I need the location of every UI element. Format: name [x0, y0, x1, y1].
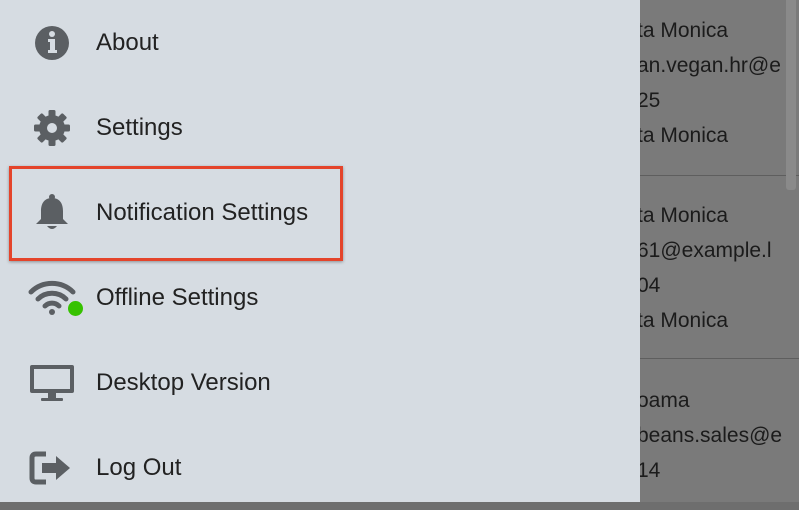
logout-icon [28, 448, 76, 488]
highlight-box [9, 166, 343, 261]
list-email: an.vegan.hr@e [637, 54, 781, 77]
list-city: ta Monica [637, 309, 729, 332]
list-number: 04 [637, 274, 661, 297]
menu-item-about[interactable]: About [0, 0, 640, 85]
menu-item-label: Log Out [96, 453, 182, 481]
menu-item-label: Settings [96, 113, 183, 141]
monitor-icon [28, 363, 76, 403]
list-email: 61@example.l [637, 239, 772, 262]
list-city: ta Monica [637, 204, 729, 227]
list-city: oama [637, 389, 690, 412]
menu-item-log-out[interactable]: Log Out [0, 425, 640, 510]
menu-item-label: Desktop Version [96, 368, 271, 396]
list-number: 25 [637, 89, 661, 112]
list-divider [637, 358, 799, 359]
list-city: ta Monica [637, 19, 729, 42]
list-email: beans.sales@e [637, 424, 783, 447]
list-city: ta Monica [637, 124, 729, 147]
menu-item-offline-settings[interactable]: Offline Settings [0, 255, 640, 340]
menu-item-desktop-version[interactable]: Desktop Version [0, 340, 640, 425]
menu-item-label: Offline Settings [96, 283, 259, 311]
online-status-dot [68, 301, 83, 316]
scrollbar[interactable] [786, 0, 796, 190]
gear-icon [28, 108, 76, 148]
menu-item-label: About [96, 28, 159, 56]
list-divider [637, 175, 799, 176]
menu-item-settings[interactable]: Settings [0, 85, 640, 170]
navigation-drawer: About Settings Notification Settings Off… [0, 0, 640, 502]
list-number: 14 [637, 459, 661, 482]
info-circle-icon [28, 23, 76, 63]
